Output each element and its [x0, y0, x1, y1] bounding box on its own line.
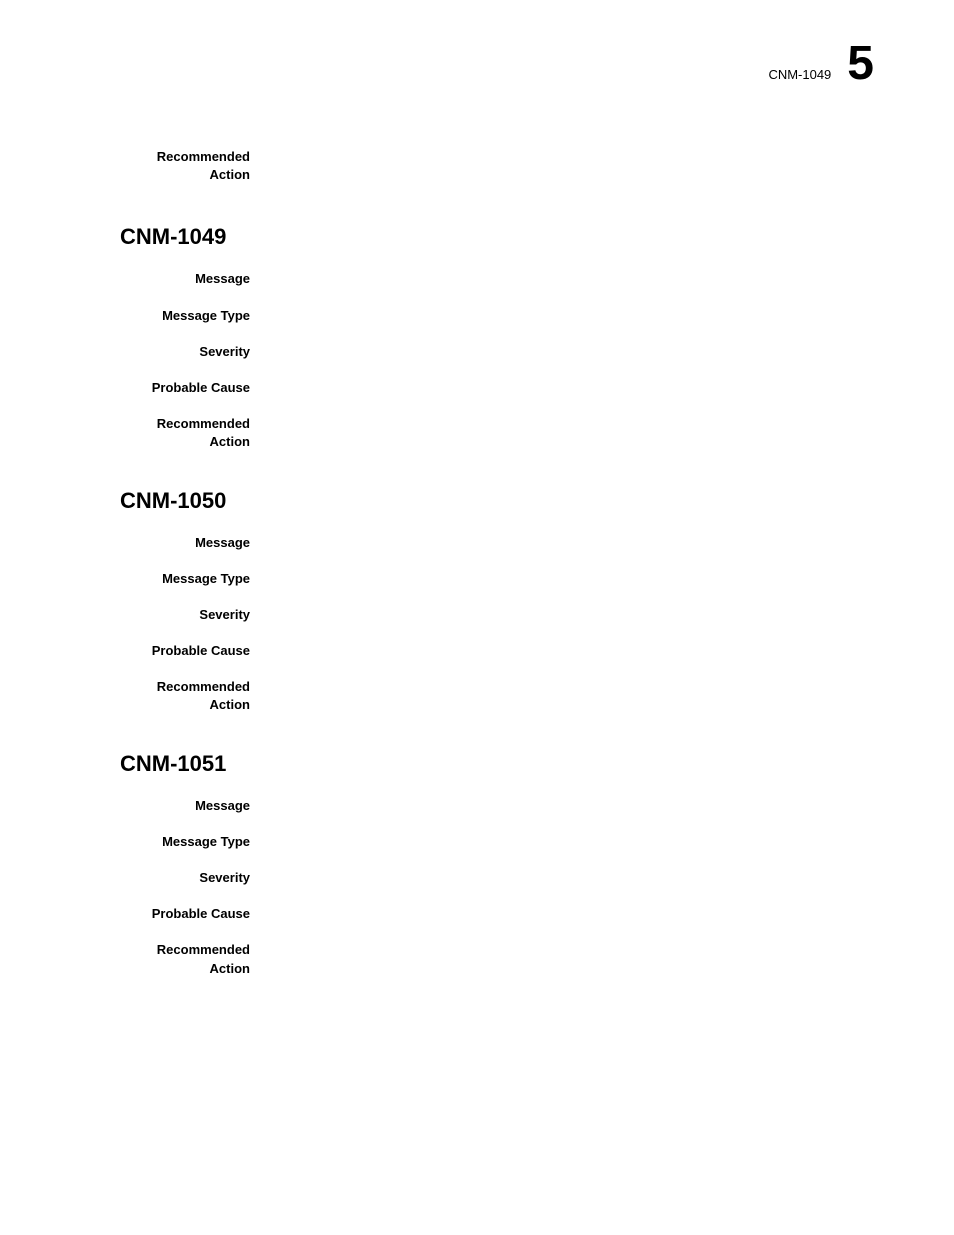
- page-header: CNM-1049 5: [60, 40, 894, 88]
- sections-container: CNM-1049 Message Message Type Severity Proba…: [60, 224, 894, 977]
- section-cnm-1051: CNM-1051 Message Message Type Severity Proba…: [60, 751, 894, 978]
- field-label: RecommendedAction: [120, 678, 260, 714]
- section-cnm-1050: CNM-1050 Message Message Type Severity Proba…: [60, 488, 894, 715]
- field-label: RecommendedAction: [120, 941, 260, 977]
- field-row: Probable Cause: [60, 379, 894, 397]
- page-number: 5: [847, 40, 874, 88]
- field-label: Message Type: [120, 833, 260, 851]
- field-label: Message: [120, 534, 260, 552]
- field-row: RecommendedAction: [60, 415, 894, 451]
- field-label: Probable Cause: [120, 905, 260, 923]
- prev-recommended-action-label: RecommendedAction: [120, 148, 260, 184]
- field-label: Message Type: [120, 570, 260, 588]
- field-row: Probable Cause: [60, 905, 894, 923]
- field-row: Severity: [60, 343, 894, 361]
- field-label: Message Type: [120, 307, 260, 325]
- field-row: Message Type: [60, 570, 894, 588]
- field-label: Message: [120, 270, 260, 288]
- field-row: Message: [60, 797, 894, 815]
- field-label: Message: [120, 797, 260, 815]
- field-row: Message Type: [60, 307, 894, 325]
- section-title-cnm-1051: CNM-1051: [60, 751, 894, 777]
- section-title-cnm-1049: CNM-1049: [60, 224, 894, 250]
- field-label: Severity: [120, 343, 260, 361]
- field-row: Probable Cause: [60, 642, 894, 660]
- doc-id: CNM-1049: [768, 67, 831, 82]
- section-title-cnm-1050: CNM-1050: [60, 488, 894, 514]
- field-row: Severity: [60, 606, 894, 624]
- field-row: RecommendedAction: [60, 678, 894, 714]
- field-row: Message: [60, 270, 894, 288]
- section-cnm-1049: CNM-1049 Message Message Type Severity Proba…: [60, 224, 894, 451]
- field-row: RecommendedAction: [60, 941, 894, 977]
- field-label: Severity: [120, 606, 260, 624]
- field-label: Severity: [120, 869, 260, 887]
- field-row: Message Type: [60, 833, 894, 851]
- field-label: Probable Cause: [120, 379, 260, 397]
- field-row: Severity: [60, 869, 894, 887]
- prev-recommended-action-row: RecommendedAction: [60, 148, 894, 184]
- field-label: Probable Cause: [120, 642, 260, 660]
- field-row: Message: [60, 534, 894, 552]
- field-label: RecommendedAction: [120, 415, 260, 451]
